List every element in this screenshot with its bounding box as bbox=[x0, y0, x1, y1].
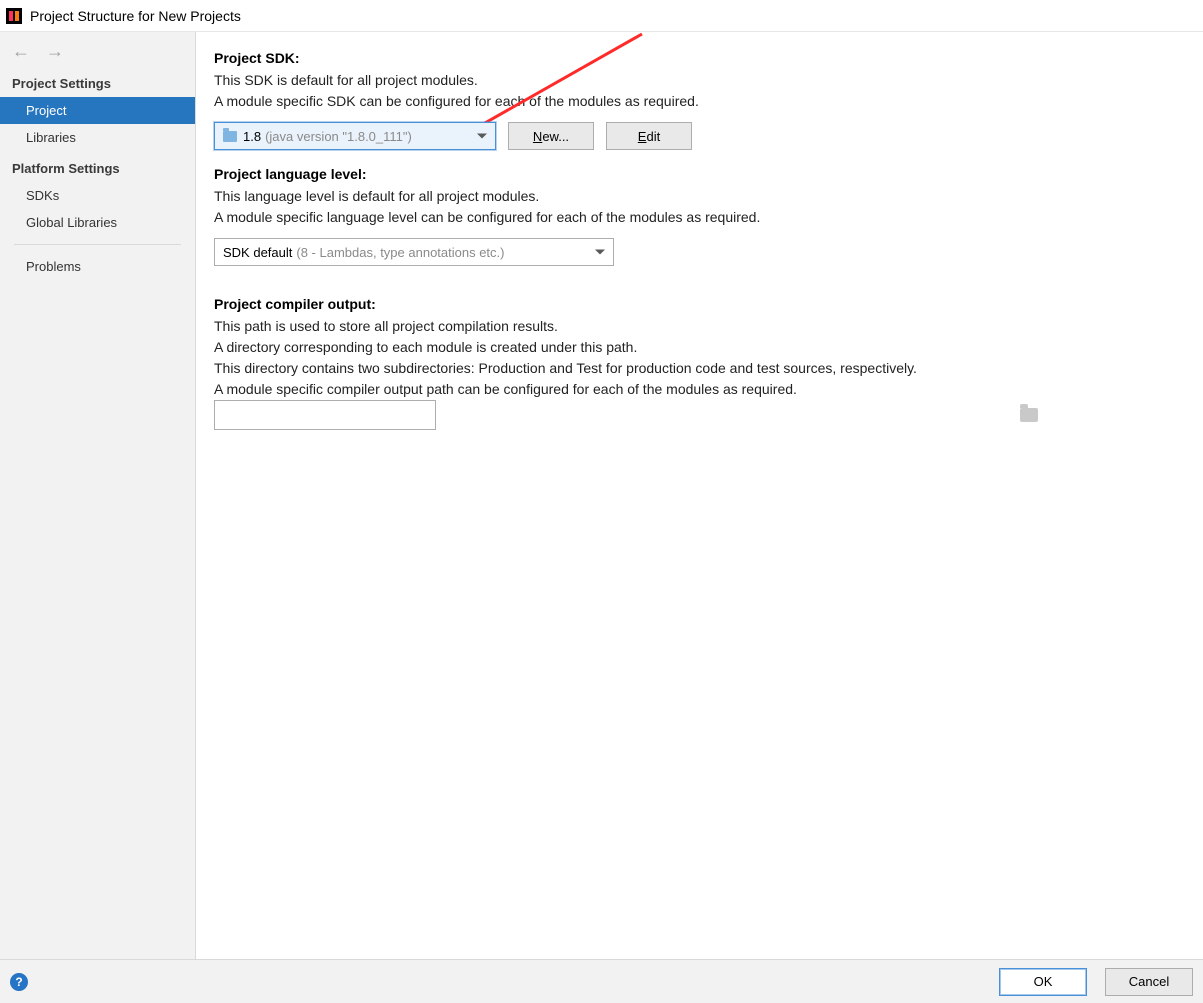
sdk-section-title: Project SDK: bbox=[214, 50, 1185, 66]
sdk-new-label: New... bbox=[533, 129, 569, 144]
sdk-combo-primary: 1.8 bbox=[243, 129, 261, 144]
folder-icon bbox=[223, 131, 237, 142]
cancel-button[interactable]: Cancel bbox=[1105, 968, 1193, 996]
titlebar: Project Structure for New Projects bbox=[0, 0, 1203, 32]
sidebar: ← → Project Settings Project Libraries P… bbox=[0, 32, 196, 959]
lang-combo-primary: SDK default bbox=[223, 245, 292, 260]
compiler-output-input[interactable] bbox=[214, 400, 436, 430]
sidebar-item-problems[interactable]: Problems bbox=[0, 253, 195, 280]
lang-desc-1: This language level is default for all p… bbox=[214, 186, 1185, 207]
sdk-combo[interactable]: 1.8 (java version "1.8.0_111") bbox=[214, 122, 496, 150]
output-desc-3: This directory contains two subdirectori… bbox=[214, 358, 1185, 379]
lang-section-title: Project language level: bbox=[214, 166, 1185, 182]
forward-arrow-icon[interactable]: → bbox=[46, 42, 64, 60]
sidebar-item-global-libraries[interactable]: Global Libraries bbox=[0, 209, 195, 236]
language-level-combo[interactable]: SDK default (8 - Lambdas, type annotatio… bbox=[214, 238, 614, 266]
sdk-desc-1: This SDK is default for all project modu… bbox=[214, 70, 1185, 91]
footer: ? OK Cancel bbox=[0, 959, 1203, 1003]
output-desc-2: A directory corresponding to each module… bbox=[214, 337, 1185, 358]
sidebar-separator bbox=[14, 244, 181, 245]
output-desc-4: A module specific compiler output path c… bbox=[214, 379, 1185, 400]
sdk-edit-button[interactable]: Edit bbox=[606, 122, 692, 150]
sidebar-item-libraries[interactable]: Libraries bbox=[0, 124, 195, 151]
nav-arrows: ← → bbox=[0, 32, 195, 66]
section-header-platform-settings: Platform Settings bbox=[0, 151, 195, 182]
sidebar-item-sdks[interactable]: SDKs bbox=[0, 182, 195, 209]
lang-desc-2: A module specific language level can be … bbox=[214, 207, 1185, 228]
sdk-edit-label: Edit bbox=[638, 129, 660, 144]
lang-combo-secondary: (8 - Lambdas, type annotations etc.) bbox=[296, 245, 504, 260]
help-icon[interactable]: ? bbox=[10, 973, 28, 991]
sdk-combo-secondary: (java version "1.8.0_111") bbox=[265, 129, 412, 144]
window-title: Project Structure for New Projects bbox=[30, 8, 241, 24]
main-content: Project SDK: This SDK is default for all… bbox=[196, 32, 1203, 959]
sidebar-item-project[interactable]: Project bbox=[0, 97, 195, 124]
section-header-project-settings: Project Settings bbox=[0, 66, 195, 97]
sdk-new-button[interactable]: New... bbox=[508, 122, 594, 150]
app-icon bbox=[6, 8, 22, 24]
browse-folder-icon[interactable] bbox=[1020, 408, 1038, 422]
output-section-title: Project compiler output: bbox=[214, 296, 1185, 312]
output-desc-1: This path is used to store all project c… bbox=[214, 316, 1185, 337]
ok-button[interactable]: OK bbox=[999, 968, 1087, 996]
back-arrow-icon[interactable]: ← bbox=[12, 42, 30, 60]
sdk-desc-2: A module specific SDK can be configured … bbox=[214, 91, 1185, 112]
